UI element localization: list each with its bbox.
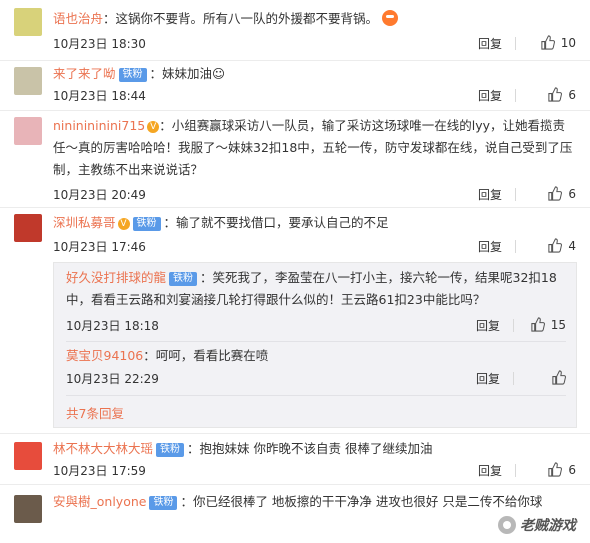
like-button[interactable]: 6 xyxy=(547,186,576,201)
sub-reply-text: ：呵呵，看看比赛在喷 xyxy=(143,348,269,363)
sub-reply-body: 莫宝贝94106：呵呵，看看比赛在喷 xyxy=(66,345,564,367)
like-count: 6 xyxy=(568,87,576,102)
like-count: 15 xyxy=(550,317,566,332)
sub-reply-meta: 10月23日 18:18 回复 15 xyxy=(66,317,566,335)
separator xyxy=(513,319,514,332)
like-count: 10 xyxy=(560,35,576,50)
separator xyxy=(515,89,516,102)
comment-body: 语也治舟：这锅你不要背。所有八一队的外援都不要背锅。 xyxy=(53,8,576,30)
comment-item: 来了来了呦 铁粉 ：妹妹加油☺ 10月23日 18:44 回复 6 xyxy=(0,61,590,110)
fan-badge: 铁粉 xyxy=(169,272,198,286)
like-button[interactable]: 15 xyxy=(530,317,566,332)
comment-meta: 10月23日 17:46 回复 4 xyxy=(53,238,576,256)
avatar[interactable] xyxy=(14,214,42,242)
separator xyxy=(515,464,516,477)
comment-body: 安與樹_onlyone 铁粉 ：你已经很棒了 地板擦的干干净净 进攻也很好 只是二传… xyxy=(53,491,576,513)
like-count: 6 xyxy=(568,462,576,477)
separator xyxy=(515,37,516,50)
separator xyxy=(515,240,516,253)
thumbs-up-icon xyxy=(548,462,563,477)
comment-text: ：抱抱妹妹 你昨晚不该自责 很棒了继续加油 xyxy=(187,441,433,456)
timestamp: 10月23日 17:46 xyxy=(53,240,146,254)
more-replies-link[interactable]: 共7条回复 xyxy=(66,403,124,422)
comment-item: 语也治舟：这锅你不要背。所有八一队的外援都不要背锅。 10月23日 18:30 … xyxy=(0,0,590,60)
like-button[interactable]: 6 xyxy=(547,462,576,477)
username-link[interactable]: nininininini715 xyxy=(53,118,145,133)
fan-badge: 铁粉 xyxy=(132,217,161,231)
like-count: 4 xyxy=(568,238,576,253)
like-count: 6 xyxy=(568,186,576,201)
reply-button[interactable]: 回复 xyxy=(478,462,502,479)
comment-body: 林不林大大林大瑶 铁粉 ：抱抱妹妹 你昨晚不该自责 很棒了继续加油 xyxy=(53,438,576,460)
comment-text: ：这锅你不要背。所有八一队的外援都不要背锅。 xyxy=(103,11,379,26)
comment-item: 林不林大大林大瑶 铁粉 ：抱抱妹妹 你昨晚不该自责 很棒了继续加油 10月23日 1… xyxy=(0,434,590,484)
fan-badge: 铁粉 xyxy=(156,443,185,457)
watermark-text: 老贼游戏 xyxy=(520,518,576,534)
username-link[interactable]: 林不林大大林大瑶 xyxy=(53,441,153,456)
comment-text: ：输了就不要找借口，要承认自己的不足 xyxy=(163,215,389,230)
wechat-logo-icon xyxy=(498,516,516,534)
comment-meta: 10月23日 17:59 回复 6 xyxy=(53,462,576,480)
thumbs-up-icon xyxy=(548,186,563,201)
reply-thread: 好久没打排球的龍 铁粉 ：笑死我了，李盈莹在八一打小主，接六轮一传，结果呢32扣18… xyxy=(53,262,577,428)
reply-button[interactable]: 回复 xyxy=(476,317,500,334)
username-link[interactable]: 语也治舟 xyxy=(53,11,103,26)
comment-body: nininininini715 V ：小组赛赢球采访八一队员，输了采访这场球唯一在线… xyxy=(53,115,576,181)
comment-text: ：你已经很棒了 地板擦的干干净净 进攻也很好 只是二传不给你球 xyxy=(180,494,543,509)
comment-meta: 10月23日 18:44 回复 6 xyxy=(53,87,576,105)
reply-button[interactable]: 回复 xyxy=(478,186,502,203)
reply-button[interactable]: 回复 xyxy=(476,370,500,387)
timestamp: 10月23日 18:18 xyxy=(66,319,159,333)
timestamp: 10月23日 22:29 xyxy=(66,372,159,386)
comment-meta: 10月23日 18:30 回复 10 xyxy=(53,35,576,53)
thumbs-up-icon xyxy=(541,35,555,50)
comment-meta: 10月23日 20:49 回复 6 xyxy=(53,186,576,204)
avatar[interactable] xyxy=(14,67,42,95)
comment-body: 深圳私募哥 V 铁粉 ：输了就不要找借口，要承认自己的不足 xyxy=(53,212,576,234)
angry-emoji-icon xyxy=(382,10,399,26)
comment-item: nininininini715 V ：小组赛赢球采访八一队员，输了采访这场球唯一在线… xyxy=(0,111,590,207)
timestamp: 10月23日 18:30 xyxy=(53,37,146,51)
comment-text: ：妹妹加油☺ xyxy=(149,66,226,81)
watermark: 老贼游戏 xyxy=(498,515,576,535)
sub-reply-meta: 10月23日 22:29 回复 xyxy=(66,370,566,388)
reply-button[interactable]: 回复 xyxy=(478,87,502,104)
fan-badge: 铁粉 xyxy=(118,68,147,82)
like-button[interactable]: 10 xyxy=(540,35,576,50)
username-link[interactable]: 来了来了呦 xyxy=(53,66,116,81)
avatar[interactable] xyxy=(14,495,42,523)
separator xyxy=(513,372,514,385)
avatar[interactable] xyxy=(14,442,42,470)
reply-button[interactable]: 回复 xyxy=(478,35,502,52)
divider xyxy=(66,395,566,396)
avatar[interactable] xyxy=(14,8,42,36)
timestamp: 10月23日 20:49 xyxy=(53,188,146,202)
username-link[interactable]: 安與樹_onlyone xyxy=(53,494,146,509)
like-button[interactable]: 6 xyxy=(547,87,576,102)
fan-badge: 铁粉 xyxy=(149,496,178,510)
like-button[interactable] xyxy=(551,370,566,385)
thumbs-up-icon xyxy=(552,370,566,385)
like-button[interactable]: 4 xyxy=(547,238,576,253)
verified-icon: V xyxy=(117,218,130,230)
username-link[interactable]: 好久没打排球的龍 xyxy=(66,270,166,285)
thumbs-up-icon xyxy=(531,317,545,332)
avatar[interactable] xyxy=(14,117,42,145)
sub-reply-body: 好久没打排球的龍 铁粉 ：笑死我了，李盈莹在八一打小主，接六轮一传，结果呢32扣18… xyxy=(66,267,564,311)
timestamp: 10月23日 18:44 xyxy=(53,89,146,103)
separator xyxy=(515,188,516,201)
thumbs-up-icon xyxy=(548,238,563,253)
timestamp: 10月23日 17:59 xyxy=(53,464,146,478)
verified-icon: V xyxy=(147,121,160,133)
divider xyxy=(66,341,566,342)
reply-button[interactable]: 回复 xyxy=(478,238,502,255)
username-link[interactable]: 深圳私募哥 xyxy=(53,215,116,230)
thumbs-up-icon xyxy=(548,87,563,102)
username-link[interactable]: 莫宝贝94106 xyxy=(66,348,143,363)
comment-body: 来了来了呦 铁粉 ：妹妹加油☺ xyxy=(53,63,576,85)
